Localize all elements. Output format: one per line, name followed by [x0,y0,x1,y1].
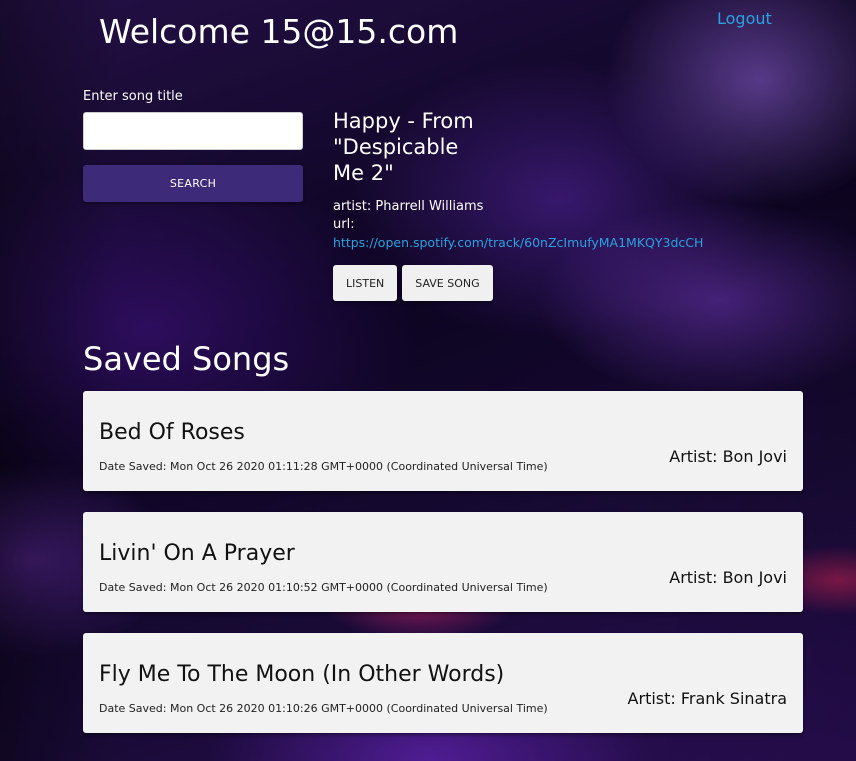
saved-song-title: Fly Me To The Moon (In Other Words) [99,662,505,687]
result-artist: artist: Pharrell Williams [333,199,484,214]
result-actions: LISTEN SAVE SONG [333,265,493,301]
saved-song-card[interactable]: Bed Of Roses Date Saved: Mon Oct 26 2020… [83,391,803,491]
saved-song-artist: Artist: Bon Jovi [669,568,787,587]
saved-song-title: Livin' On A Prayer [99,541,295,566]
saved-song-title: Bed Of Roses [99,420,245,445]
save-song-button[interactable]: SAVE SONG [402,265,493,301]
result-url-link[interactable]: https://open.spotify.com/track/60nZcImuf… [333,235,753,250]
saved-song-date: Date Saved: Mon Oct 26 2020 01:10:26 GMT… [99,702,548,715]
logout-link[interactable]: Logout [717,9,772,28]
saved-songs-heading: Saved Songs [83,340,290,378]
search-label: Enter song title [83,89,183,104]
page: Welcome 15@15.com Logout Enter song titl… [0,0,856,761]
search-result: Happy - From "Despicable Me 2" artist: P… [333,108,753,250]
result-url-label: url: [333,217,355,232]
search-button[interactable]: SEARCH [83,165,303,202]
listen-button[interactable]: LISTEN [333,265,398,301]
result-song-title: Happy - From "Despicable Me 2" [333,109,474,185]
saved-song-card[interactable]: Livin' On A Prayer Date Saved: Mon Oct 2… [83,512,803,612]
song-title-input[interactable] [83,112,303,150]
saved-song-card[interactable]: Fly Me To The Moon (In Other Words) Date… [83,633,803,733]
saved-song-date: Date Saved: Mon Oct 26 2020 01:10:52 GMT… [99,581,548,594]
saved-song-date: Date Saved: Mon Oct 26 2020 01:11:28 GMT… [99,460,548,473]
welcome-heading: Welcome 15@15.com [99,12,459,51]
saved-songs-list: Bed Of Roses Date Saved: Mon Oct 26 2020… [83,391,803,754]
saved-song-artist: Artist: Bon Jovi [669,447,787,466]
saved-song-artist: Artist: Frank Sinatra [627,689,787,708]
